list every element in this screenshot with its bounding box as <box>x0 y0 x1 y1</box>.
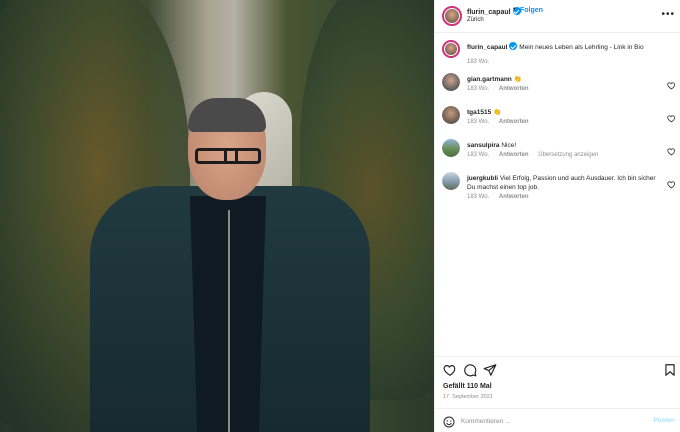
comment-username[interactable]: tga1515 <box>467 109 491 116</box>
comment-age: 183 Wo. <box>467 86 490 92</box>
post-location[interactable]: Zürich <box>467 17 484 23</box>
comment-age: 183 Wo. <box>467 152 490 158</box>
post-date: 17. September 2021 <box>443 394 493 400</box>
comment-text: juergkubli Viel Erfolg, Passion und auch… <box>467 174 662 192</box>
comment-meta: 183 Wo. Antworten <box>467 86 537 92</box>
comment-avatar[interactable] <box>442 73 460 91</box>
jacket-zip <box>228 210 230 432</box>
like-comment-heart-icon[interactable] <box>667 77 676 90</box>
like-comment-heart-icon[interactable] <box>667 110 676 123</box>
comment-text: gian.gartmann 👏 <box>467 75 662 84</box>
save-bookmark-icon[interactable] <box>663 363 677 377</box>
caption-username[interactable]: flurin_capaul <box>467 44 507 51</box>
post-photo[interactable] <box>0 0 434 432</box>
author-avatar[interactable] <box>442 6 462 26</box>
comment-body: Nice! <box>501 142 517 149</box>
comment-item: sansulpira Nice! 183 Wo. Antworten Übers… <box>435 139 680 167</box>
like-heart-icon[interactable] <box>443 363 457 377</box>
post-actions <box>435 356 680 377</box>
comment-username[interactable]: sansulpira <box>467 142 500 149</box>
caption-body: Mein neues Leben als Lehrling - Link in … <box>519 44 644 51</box>
comment-avatar[interactable] <box>442 106 460 124</box>
comment-age: 183 Wo. <box>467 119 490 125</box>
emoji-smiley-icon[interactable] <box>443 415 455 428</box>
comment-item: juergkubli Viel Erfolg, Passion und auch… <box>435 172 680 212</box>
comment-body: 👏 <box>513 76 522 83</box>
comment-meta: 183 Wo. Antworten Übersetzung anzeigen <box>467 152 606 158</box>
comment-age: 183 Wo. <box>467 194 490 200</box>
comment-username[interactable]: juergkubli <box>467 175 498 182</box>
comment-text: sansulpira Nice! <box>467 141 662 150</box>
caption-text: flurin_capaul Mein neues Leben als Lehrl… <box>467 42 662 52</box>
post-header: flurin_capaul • Folgen Zürich ••• <box>435 0 680 33</box>
verified-badge-icon <box>509 42 518 50</box>
reply-button[interactable]: Antworten <box>499 86 529 92</box>
follow-button[interactable]: Folgen <box>520 7 543 14</box>
comment-avatar[interactable] <box>442 172 460 190</box>
comments-list[interactable]: flurin_capaul Mein neues Leben als Lehrl… <box>435 34 680 356</box>
reply-button[interactable]: Antworten <box>499 119 529 125</box>
caption: flurin_capaul Mein neues Leben als Lehrl… <box>435 40 680 68</box>
reply-button[interactable]: Antworten <box>499 194 529 200</box>
reply-button[interactable]: Antworten <box>499 152 529 158</box>
author-username-text[interactable]: flurin_capaul <box>467 9 511 16</box>
comment-bubble-icon[interactable] <box>463 363 477 377</box>
separator-dot: • <box>513 6 516 13</box>
show-translation-link[interactable]: Übersetzung anzeigen <box>538 152 598 158</box>
comment-meta: 183 Wo. Antworten <box>467 194 537 200</box>
more-options-icon[interactable]: ••• <box>661 9 675 20</box>
caption-avatar[interactable] <box>442 40 460 58</box>
comment-composer: Posten <box>435 408 680 432</box>
comment-text: tga1515 👏 <box>467 108 662 117</box>
glasses <box>195 148 261 164</box>
comment-input[interactable] <box>461 414 641 428</box>
comment-body: 👏 <box>493 109 502 116</box>
share-paper-plane-icon[interactable] <box>483 363 497 377</box>
caption-meta: 183 Wo. <box>467 59 497 65</box>
comment-item: tga1515 👏 183 Wo. Antworten <box>435 106 680 134</box>
comment-username[interactable]: gian.gartmann <box>467 76 512 83</box>
post-side-panel: flurin_capaul • Folgen Zürich ••• flurin… <box>434 0 680 432</box>
like-comment-heart-icon[interactable] <box>667 176 676 189</box>
person-figure <box>90 98 370 432</box>
comment-item: gian.gartmann 👏 183 Wo. Antworten <box>435 73 680 101</box>
post-comment-button[interactable]: Posten <box>653 417 675 424</box>
hair <box>188 98 266 132</box>
comment-avatar[interactable] <box>442 139 460 157</box>
like-comment-heart-icon[interactable] <box>667 143 676 156</box>
likes-count[interactable]: Gefällt 110 Mal <box>443 383 492 390</box>
caption-age: 183 Wo. <box>467 59 490 65</box>
comment-meta: 183 Wo. Antworten <box>467 119 537 125</box>
